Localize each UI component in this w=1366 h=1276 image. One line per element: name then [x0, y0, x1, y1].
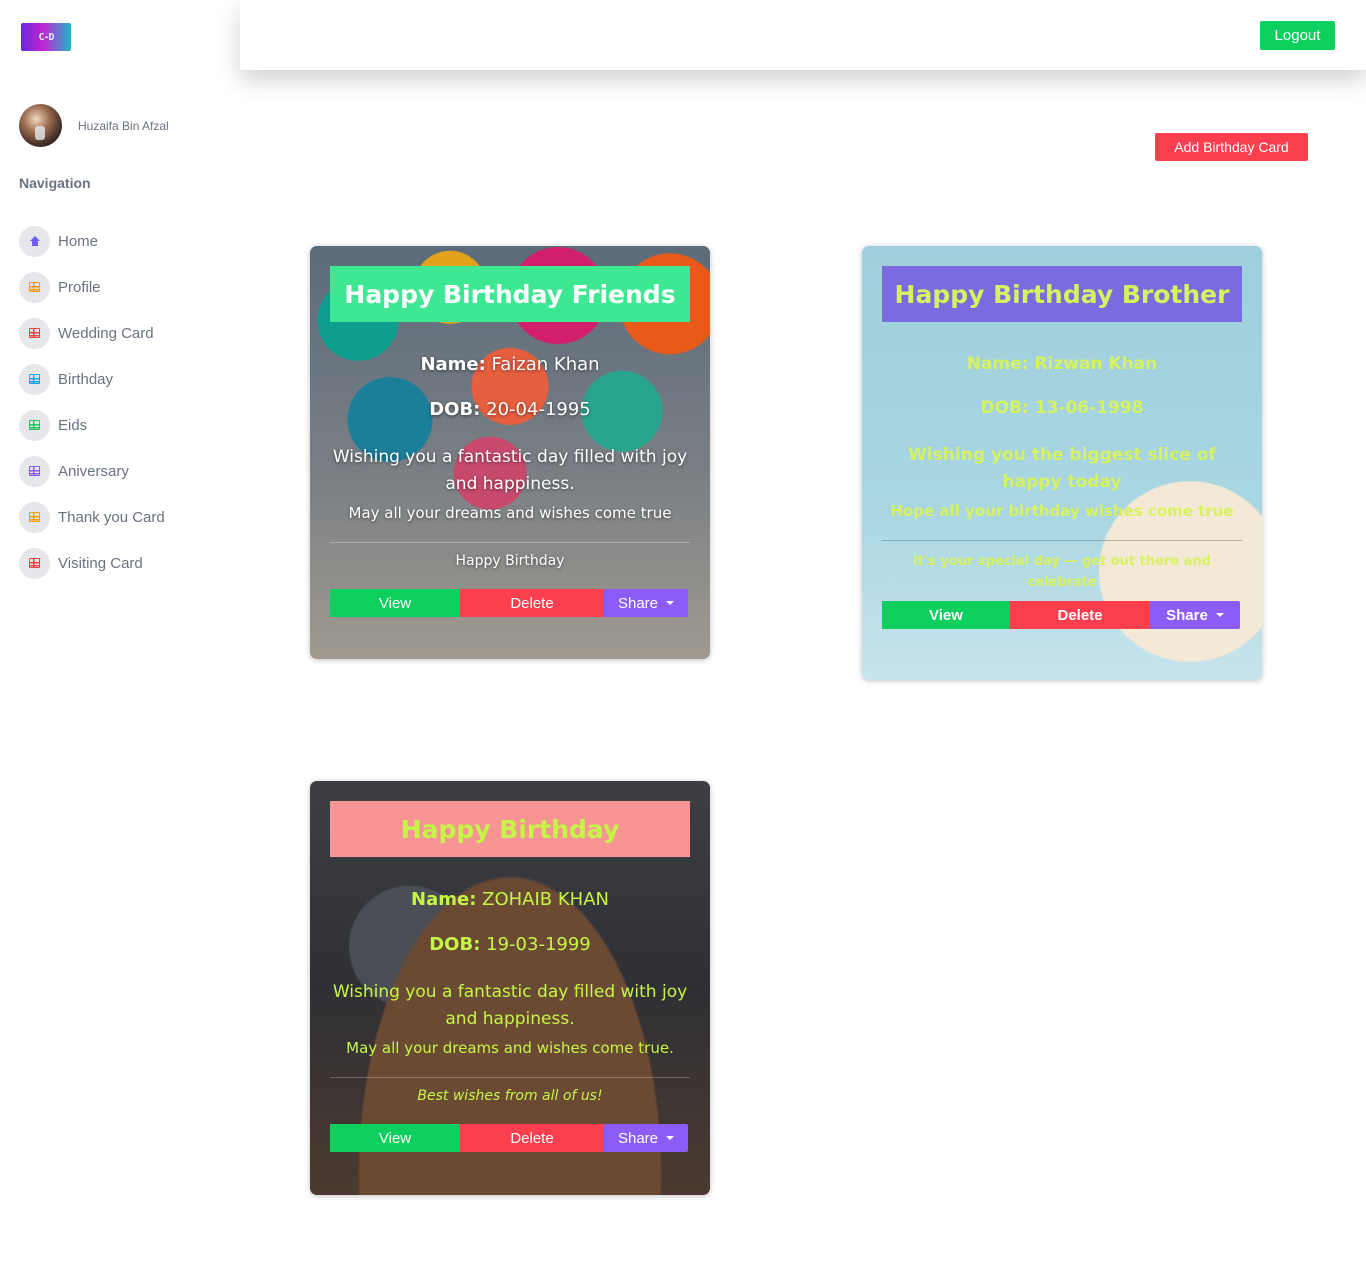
grid-icon: [19, 501, 50, 533]
sidebar-item-label: Thank you Card: [58, 508, 165, 526]
app-logo[interactable]: C-D: [21, 23, 71, 51]
sidebar-item-profile[interactable]: Profile: [19, 264, 165, 310]
card-body: Name: Faizan Khan DOB: 20-04-1995 Wishin…: [330, 354, 690, 571]
delete-button[interactable]: Delete: [460, 1124, 604, 1152]
card-actions: View Delete Share: [882, 601, 1242, 629]
share-dropdown-button[interactable]: Share: [604, 589, 688, 617]
logo-text: C-D: [38, 31, 54, 43]
caret-down-icon: [666, 1136, 675, 1140]
add-birthday-card-button[interactable]: Add Birthday Card: [1155, 133, 1308, 161]
card-wish-secondary: May all your dreams and wishes come true: [348, 504, 672, 522]
view-button[interactable]: View: [330, 589, 460, 617]
view-button[interactable]: View: [882, 601, 1010, 629]
card-wish: Wishing you a fantastic day filled with …: [332, 447, 688, 494]
birthday-card: Happy Birthday Brother Name: Rizwan Khan…: [862, 246, 1262, 680]
card-divider: [330, 1077, 690, 1078]
sidebar-item-label: Birthday: [58, 370, 114, 388]
card-wish-secondary: May all your dreams and wishes come true…: [346, 1039, 674, 1057]
dob-label: DOB:: [429, 934, 481, 955]
share-label: Share: [1166, 606, 1208, 624]
grid-icon: [19, 317, 50, 349]
card-dob-row: DOB: 13-06-1998: [882, 398, 1242, 418]
card-name: Rizwan Khan: [1034, 354, 1158, 374]
card-divider: [330, 542, 690, 543]
sidebar-item-label: Profile: [58, 278, 101, 296]
sidebar-item-label: Visiting Card: [58, 554, 143, 572]
grid-icon: [19, 455, 50, 487]
sidebar-item-wedding-card[interactable]: Wedding Card: [19, 310, 165, 356]
birthday-card: Happy Birthday Name: ZOHAIB KHAN DOB: 19…: [310, 781, 710, 1195]
sidebar-item-visiting-card[interactable]: Visiting Card: [19, 540, 165, 586]
dob-label: DOB:: [429, 399, 481, 420]
sidebar-item-aniversary[interactable]: Aniversary: [19, 448, 165, 494]
card-wish: Wishing you the biggest slice of happy t…: [908, 445, 1216, 492]
share-label: Share: [617, 1129, 659, 1147]
user-name: Huzaifa Bin Afzal: [78, 118, 169, 133]
view-button[interactable]: View: [330, 1124, 460, 1152]
card-footer-text: It's your special day — get out there an…: [912, 554, 1212, 590]
sidebar-item-label: Eids: [58, 416, 88, 434]
avatar: [19, 104, 62, 147]
caret-down-icon: [666, 601, 675, 605]
share-dropdown-button[interactable]: Share: [604, 1124, 688, 1152]
grid-icon: [19, 547, 50, 579]
grid-icon: [19, 363, 50, 395]
card-dob: 20-04-1995: [486, 399, 591, 420]
share-dropdown-button[interactable]: Share: [1150, 601, 1240, 629]
card-footer-text: Best wishes from all of us!: [417, 1088, 603, 1104]
sidebar: C-D Huzaifa Bin Afzal Navigation Home Pr…: [0, 0, 240, 1276]
card-name-row: Name: Faizan Khan: [330, 354, 690, 375]
delete-button[interactable]: Delete: [460, 589, 604, 617]
name-label: Name:: [420, 354, 486, 375]
sidebar-item-label: Home: [58, 232, 99, 250]
sidebar-item-thank-you-card[interactable]: Thank you Card: [19, 494, 165, 540]
delete-button[interactable]: Delete: [1010, 601, 1150, 629]
grid-icon: [19, 409, 50, 441]
card-name-row: Name: Rizwan Khan: [882, 354, 1242, 374]
sidebar-item-label: Aniversary: [58, 462, 129, 480]
sidebar-item-home[interactable]: Home: [19, 218, 165, 264]
grid-icon: [19, 271, 50, 303]
name-label: Name:: [411, 889, 477, 910]
birthday-card: Happy Birthday Friends Name: Faizan Khan…: [310, 246, 710, 659]
home-icon: [19, 225, 50, 257]
caret-down-icon: [1215, 613, 1224, 617]
card-dob-row: DOB: 20-04-1995: [330, 399, 690, 420]
card-title: Happy Birthday: [330, 801, 690, 857]
card-title: Happy Birthday Friends: [330, 266, 690, 322]
top-bar: Logout: [240, 0, 1366, 70]
card-title: Happy Birthday Brother: [882, 266, 1242, 322]
card-dob: 19-03-1999: [486, 934, 591, 955]
card-actions: View Delete Share: [330, 589, 690, 617]
user-profile: Huzaifa Bin Afzal: [19, 104, 169, 147]
sidebar-item-eids[interactable]: Eids: [19, 402, 165, 448]
dob-label: DOB:: [980, 398, 1029, 418]
card-dob-row: DOB: 19-03-1999: [330, 934, 690, 955]
share-label: Share: [617, 594, 659, 612]
card-wish: Wishing you a fantastic day filled with …: [332, 982, 688, 1029]
name-label: Name:: [966, 354, 1029, 374]
nav-title: Navigation: [19, 175, 91, 191]
sidebar-item-label: Wedding Card: [58, 324, 154, 342]
card-body: Name: Rizwan Khan DOB: 13-06-1998 Wishin…: [882, 354, 1242, 593]
card-wish-secondary: Hope all your birthday wishes come true: [890, 502, 1234, 520]
card-name: ZOHAIB KHAN: [482, 889, 609, 910]
card-body: Name: ZOHAIB KHAN DOB: 19-03-1999 Wishin…: [330, 889, 690, 1106]
sidebar-item-birthday[interactable]: Birthday: [19, 356, 165, 402]
card-divider: [882, 540, 1242, 541]
card-actions: View Delete Share: [330, 1124, 690, 1152]
card-dob: 13-06-1998: [1034, 398, 1144, 418]
card-name-row: Name: ZOHAIB KHAN: [330, 889, 690, 910]
logout-button[interactable]: Logout: [1260, 21, 1335, 50]
card-footer-text: Happy Birthday: [455, 553, 565, 569]
card-name: Faizan Khan: [491, 354, 600, 375]
nav-list: Home Profile Wedding Card Birthday Eids …: [19, 218, 165, 586]
